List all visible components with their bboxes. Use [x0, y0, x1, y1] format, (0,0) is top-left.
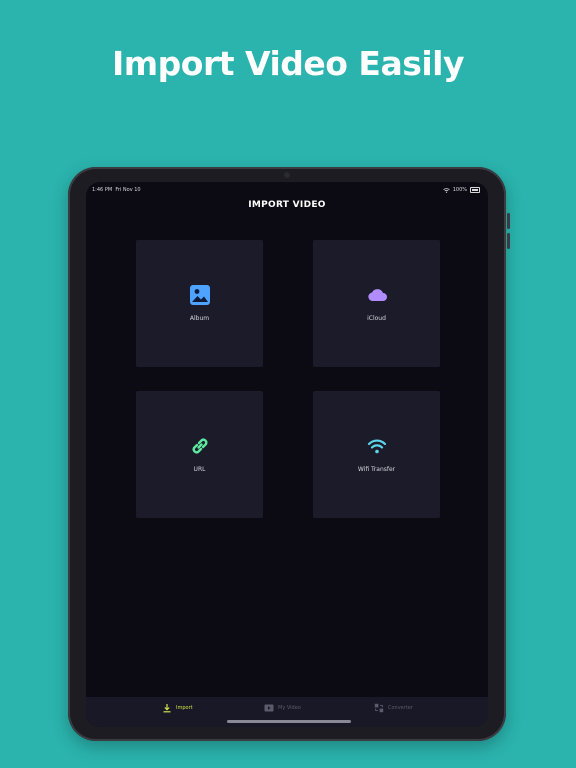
url-tile[interactable]: URL [136, 391, 263, 518]
tab-import-label: Import [176, 705, 193, 711]
album-label: Album [189, 315, 210, 322]
download-icon [163, 704, 171, 713]
promo-headline: Import Video Easily [111, 44, 465, 83]
icloud-tile[interactable]: iCloud [313, 240, 440, 367]
front-camera [284, 172, 290, 178]
battery-percent: 100% [452, 187, 467, 193]
volume-down-button [507, 233, 510, 249]
icloud-label: iCloud [367, 315, 386, 322]
url-label: URL [193, 466, 206, 473]
photo-album-icon [189, 285, 210, 305]
battery-icon [470, 187, 480, 193]
status-time: 1:46 PM [92, 187, 113, 193]
wifi-transfer-label: Wifi Transfer [357, 466, 396, 473]
tab-converter[interactable]: Converter [374, 703, 413, 713]
app-screen: 1:46 PM Fri Nov 10 100% IMPORT VIDEO Alb… [86, 182, 488, 727]
volume-up-button [507, 213, 510, 229]
tab-converter-label: Converter [388, 705, 413, 711]
wifi-icon [367, 439, 386, 454]
tablet-device-frame: 1:46 PM Fri Nov 10 100% IMPORT VIDEO Alb… [68, 167, 510, 741]
status-right: 100% [442, 187, 480, 193]
status-date: Fri Nov 10 [115, 187, 141, 193]
wifi-transfer-tile[interactable]: Wifi Transfer [313, 391, 440, 518]
tab-my-video-label: My Video [278, 705, 301, 711]
tab-import[interactable]: Import [162, 703, 193, 713]
converter-icon [374, 703, 384, 713]
status-time-date: 1:46 PM Fri Nov 10 [92, 187, 141, 193]
album-tile[interactable]: Album [136, 240, 263, 367]
wifi-status-icon [442, 187, 450, 193]
home-indicator[interactable] [227, 720, 351, 723]
link-icon [192, 438, 207, 454]
status-bar: 1:46 PM Fri Nov 10 100% [86, 186, 488, 196]
tab-my-video[interactable]: My Video [264, 703, 301, 713]
screen-title: IMPORT VIDEO [248, 200, 326, 210]
video-play-icon [264, 704, 274, 712]
cloud-icon [367, 289, 387, 301]
tab-bar: Import My Video Converter [86, 697, 488, 727]
